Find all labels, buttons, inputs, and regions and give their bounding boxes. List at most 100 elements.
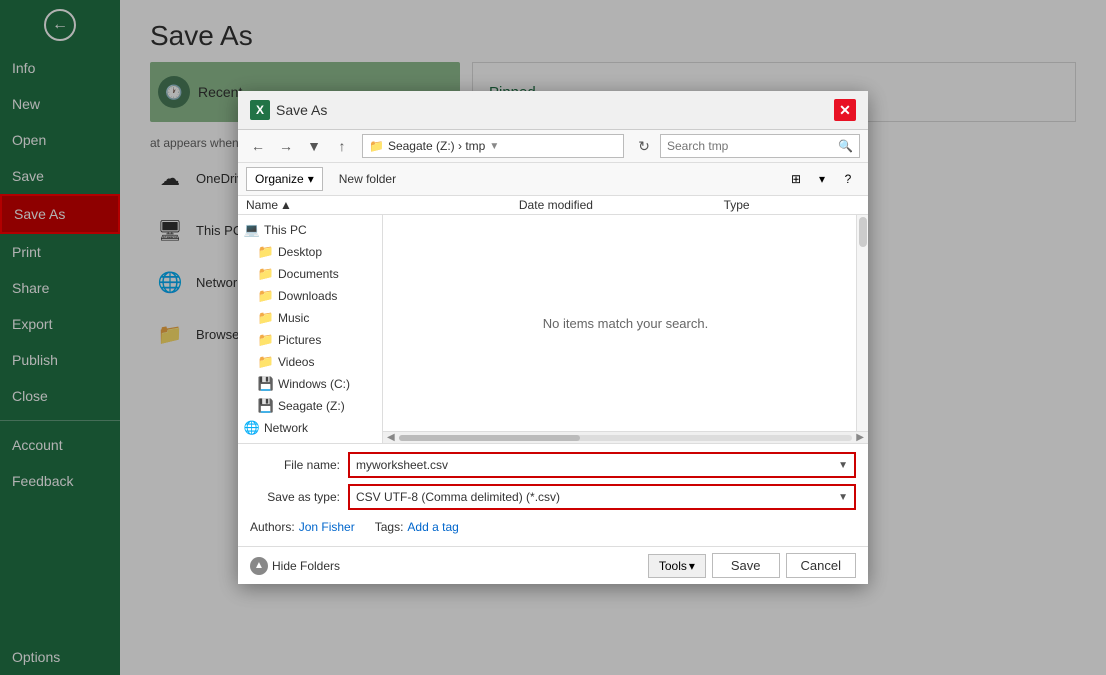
documents-tree-icon: 📁 (258, 266, 274, 282)
nav-back-button[interactable]: ← (246, 134, 270, 158)
tools-dropdown-icon: ▾ (689, 559, 695, 573)
file-browser: 💻 This PC 📁 Desktop 📁 Documents 📁 Downlo… (238, 215, 868, 443)
hide-folders-icon: ▲ (250, 557, 268, 575)
tree-item-desktop[interactable]: 📁 Desktop (238, 241, 382, 263)
view-grid-button[interactable]: ⊞ (784, 167, 808, 191)
content-panel: No items match your search. (383, 215, 868, 431)
excel-icon: X (250, 100, 270, 120)
save-as-type-row: Save as type: CSV UTF-8 (Comma delimited… (250, 484, 856, 510)
pictures-tree-label: Pictures (278, 333, 321, 347)
organize-button[interactable]: Organize ▾ (246, 167, 323, 191)
tags-value[interactable]: Add a tag (407, 520, 458, 534)
tree-item-seagate[interactable]: 💾 Seagate (Z:) (238, 395, 382, 417)
nav-path[interactable]: 📁 Seagate (Z:) › tmp ▼ (362, 134, 624, 158)
save-button[interactable]: Save (712, 553, 780, 578)
windowsc-tree-icon: 💾 (258, 376, 274, 392)
documents-tree-label: Documents (278, 267, 339, 281)
tree-item-network[interactable]: 🌐 Network (238, 417, 382, 439)
downloads-tree-icon: 📁 (258, 288, 274, 304)
authors-value[interactable]: Jon Fisher (299, 520, 355, 534)
tree-item-music[interactable]: 📁 Music (238, 307, 382, 329)
save-as-type-label: Save as type: (250, 490, 340, 504)
tree-item-thispc[interactable]: 💻 This PC (238, 219, 382, 241)
col-name-header[interactable]: Name ▲ (246, 198, 519, 212)
tree-item-pictures[interactable]: 📁 Pictures (238, 329, 382, 351)
bottom-form: File name: myworksheet.csv ▼ Save as typ… (238, 443, 868, 546)
nav-up-button[interactable]: ↑ (330, 134, 354, 158)
save-as-type-value: CSV UTF-8 (Comma delimited) (*.csv) (356, 490, 560, 504)
network-tree-label: Network (264, 421, 308, 435)
dialog-title-text: Save As (276, 102, 327, 118)
bottom-buttons: ▲ Hide Folders Tools ▾ Save Cancel (238, 546, 868, 584)
scrollbar-thumb-v[interactable] (859, 217, 867, 247)
tree-item-documents[interactable]: 📁 Documents (238, 263, 382, 285)
nav-search-box[interactable]: 🔍 (660, 134, 860, 158)
save-as-type-dropdown-icon: ▼ (838, 492, 848, 503)
dialog-toolbar: Organize ▾ New folder ⊞ ▾ ? (238, 163, 868, 196)
file-name-dropdown-icon: ▼ (838, 460, 848, 471)
scrollbar-thumb-h[interactable] (399, 435, 580, 441)
authors-item: Authors: Jon Fisher (250, 520, 355, 534)
tree-item-downloads[interactable]: 📁 Downloads (238, 285, 382, 307)
help-button[interactable]: ? (836, 167, 860, 191)
tree-panel: 💻 This PC 📁 Desktop 📁 Documents 📁 Downlo… (238, 215, 383, 443)
nav-path-text: Seagate (Z:) › tmp (388, 139, 485, 153)
file-name-label: File name: (250, 458, 340, 472)
col-date-header[interactable]: Date modified (519, 198, 724, 212)
view-dropdown-button[interactable]: ▾ (810, 167, 834, 191)
nav-bar: ← → ▼ ↑ 📁 Seagate (Z:) › tmp ▼ ↻ 🔍 (238, 130, 868, 163)
network-tree-icon: 🌐 (244, 420, 260, 436)
desktop-tree-icon: 📁 (258, 244, 274, 260)
file-name-value: myworksheet.csv (356, 458, 448, 472)
nav-path-arrow: ▼ (489, 141, 499, 152)
organize-dropdown-icon: ▾ (308, 172, 314, 186)
dialog-title-left: X Save As (250, 100, 327, 120)
tree-item-videos[interactable]: 📁 Videos (238, 351, 382, 373)
tools-button[interactable]: Tools ▾ (648, 554, 706, 578)
hide-folders-button[interactable]: ▲ Hide Folders (250, 557, 340, 575)
nav-dropdown-button[interactable]: ▼ (302, 134, 326, 158)
horizontal-scrollbar[interactable]: ◀ ▶ (383, 431, 868, 443)
dialog-close-button[interactable]: ✕ (834, 99, 856, 121)
seagate-tree-label: Seagate (Z:) (278, 399, 345, 413)
pictures-tree-icon: 📁 (258, 332, 274, 348)
action-buttons: Tools ▾ Save Cancel (648, 553, 856, 578)
tags-item: Tags: Add a tag (375, 520, 459, 534)
toolbar-view-icons: ⊞ ▾ ? (784, 167, 860, 191)
save-as-dialog: X Save As ✕ ← → ▼ ↑ 📁 Seagate (Z:) › tmp… (238, 91, 868, 584)
nav-refresh-button[interactable]: ↻ (632, 134, 656, 158)
music-tree-label: Music (278, 311, 309, 325)
col-type-header[interactable]: Type (724, 198, 860, 212)
file-name-row: File name: myworksheet.csv ▼ (250, 452, 856, 478)
thispc-tree-icon: 💻 (244, 222, 260, 238)
file-name-input[interactable]: myworksheet.csv ▼ (348, 452, 856, 478)
music-tree-icon: 📁 (258, 310, 274, 326)
save-as-type-input[interactable]: CSV UTF-8 (Comma delimited) (*.csv) ▼ (348, 484, 856, 510)
vertical-scrollbar[interactable] (856, 215, 868, 431)
nav-forward-button[interactable]: → (274, 134, 298, 158)
windowsc-tree-label: Windows (C:) (278, 377, 350, 391)
col-name-sort-icon: ▲ (280, 198, 292, 212)
scroll-right-arrow[interactable]: ▶ (856, 432, 864, 443)
modal-overlay: X Save As ✕ ← → ▼ ↑ 📁 Seagate (Z:) › tmp… (0, 0, 1106, 675)
nav-path-icon: 📁 (369, 139, 384, 153)
authors-label: Authors: (250, 520, 295, 534)
tags-label: Tags: (375, 520, 404, 534)
videos-tree-label: Videos (278, 355, 314, 369)
search-icon: 🔍 (838, 139, 853, 153)
cancel-button[interactable]: Cancel (786, 553, 856, 578)
form-meta: Authors: Jon Fisher Tags: Add a tag (250, 516, 856, 538)
tree-item-windowsc[interactable]: 💾 Windows (C:) (238, 373, 382, 395)
videos-tree-icon: 📁 (258, 354, 274, 370)
desktop-tree-label: Desktop (278, 245, 322, 259)
search-input[interactable] (667, 139, 834, 153)
downloads-tree-label: Downloads (278, 289, 337, 303)
thispc-tree-label: This PC (264, 223, 307, 237)
new-folder-button[interactable]: New folder (331, 168, 404, 190)
scroll-left-arrow[interactable]: ◀ (387, 432, 395, 443)
scrollbar-track-h (399, 435, 853, 441)
empty-message: No items match your search. (543, 316, 708, 331)
content-area: No items match your search. ◀ ▶ (383, 215, 868, 443)
seagate-tree-icon: 💾 (258, 398, 274, 414)
dialog-titlebar: X Save As ✕ (238, 91, 868, 130)
